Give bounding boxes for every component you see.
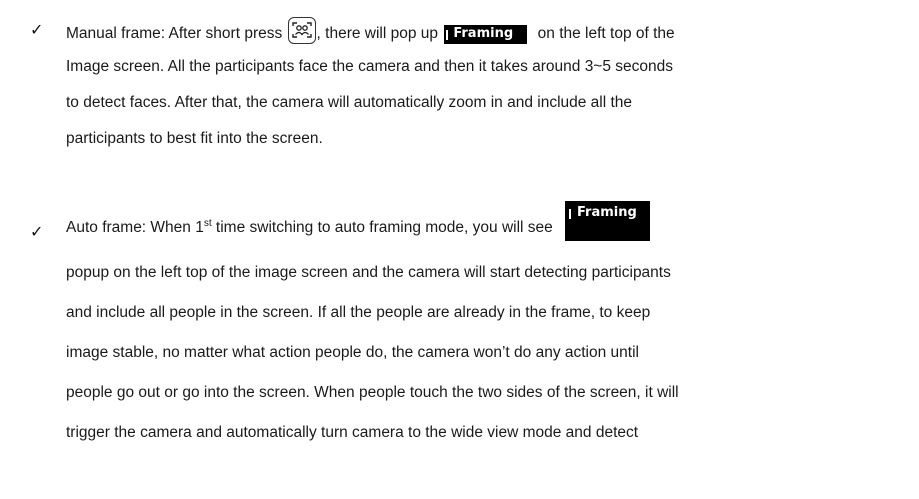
ordinal-superscript: st	[203, 217, 212, 229]
item-2-line-3: and include all people in the screen. If…	[66, 304, 651, 321]
item-1-line-1: Manual frame: After short press , there …	[66, 17, 675, 44]
framing-badge-inline: Framing	[444, 25, 528, 44]
item-2-line-4: image stable, no matter what action peop…	[66, 344, 639, 361]
item-1-line-1-text-c: on the left top of the	[533, 25, 675, 42]
item-2-line-2: popup on the left top of the image scree…	[66, 264, 671, 281]
item-1-line-3: to detect faces. After that, the camera …	[66, 94, 633, 111]
auto-framing-button-icon	[287, 17, 316, 44]
item-1-line-1-text-a: Manual frame: After short press	[66, 25, 287, 42]
item-2-line-5: people go out or go into the screen. Whe…	[66, 384, 679, 401]
item-1-line-2: Image screen. All the participants face …	[66, 58, 674, 75]
item-1-line-1-text-b: , there will pop up	[316, 25, 443, 42]
item-2-line-1: Auto frame: When 1st time switching to a…	[66, 217, 553, 237]
item-2-line-1-text-a: Auto frame: When 1	[66, 219, 204, 236]
checkmark-icon: ✓	[30, 222, 44, 241]
item-2-line-1-text-b: time switching to auto framing mode, you…	[211, 219, 553, 236]
framing-badge-popup: Framing	[565, 201, 650, 241]
checkmark-icon: ✓	[30, 20, 44, 39]
item-1-line-4: participants to best fit into the screen…	[66, 130, 323, 147]
item-2-line-6: trigger the camera and automatically tur…	[66, 424, 639, 441]
